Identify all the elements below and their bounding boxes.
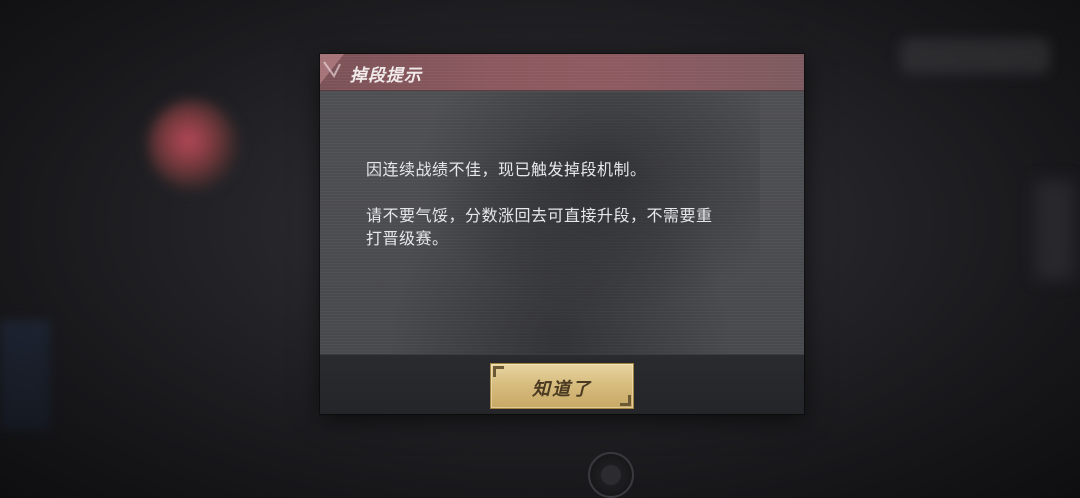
message-line-2: 请不要气馁，分数涨回去可直接升段，不需要重 — [366, 206, 713, 225]
message-line-1: 因连续战绩不佳，现已触发掉段机制。 — [366, 160, 647, 179]
dialog-header: 掉段提示 — [320, 54, 804, 91]
game-screen: 掉段提示 因连续战绩不佳，现已触发掉段机制。 请不要气馁，分数涨回去可直接升段，… — [0, 0, 1080, 498]
circle-button-icon — [588, 452, 634, 498]
confirm-button-label: 知道了 — [532, 379, 592, 400]
blurred-top-right-panel — [900, 38, 1050, 74]
blurred-side-panel — [0, 320, 50, 430]
dialog-footer: 知道了 — [320, 354, 804, 414]
rank-drop-dialog: 掉段提示 因连续战绩不佳，现已触发掉段机制。 请不要气馁，分数涨回去可直接升段，… — [320, 54, 804, 414]
chevron-corner-icon — [320, 54, 344, 84]
blurred-right-element — [1035, 180, 1075, 280]
message-line-3: 打晋级赛。 — [366, 229, 449, 248]
dialog-title: 掉段提示 — [350, 66, 422, 86]
dialog-message: 因连续战绩不佳，现已触发掉段机制。 请不要气馁，分数涨回去可直接升段，不需要重 … — [366, 158, 766, 250]
blurred-avatar-orb — [148, 100, 238, 190]
confirm-button[interactable]: 知道了 — [490, 363, 634, 409]
